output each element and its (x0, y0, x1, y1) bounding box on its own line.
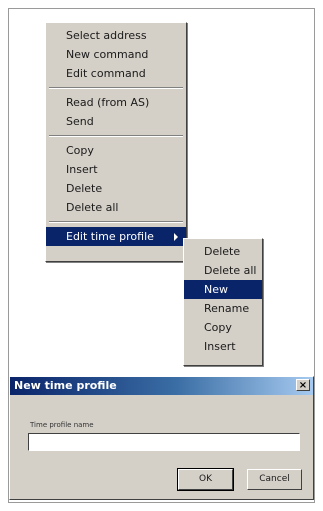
time-profile-name-input[interactable] (28, 433, 300, 451)
menu-separator (49, 221, 183, 223)
submenu-item-delete[interactable]: Delete (184, 242, 262, 261)
close-icon[interactable]: × (296, 379, 310, 391)
submenu-item-copy[interactable]: Copy (184, 318, 262, 337)
menu-item-insert[interactable]: Insert (46, 160, 186, 179)
menu-item-send[interactable]: Send (46, 112, 186, 131)
menu-item-select-address[interactable]: Select address (46, 26, 186, 45)
menu-separator (49, 87, 183, 89)
menu-item-edit-time-profile[interactable]: Edit time profile (46, 227, 186, 246)
submenu-item-delete-all[interactable]: Delete all (184, 261, 262, 280)
time-profile-name-label: Time profile name (30, 421, 94, 429)
menu-separator (49, 135, 183, 137)
menu-item-delete-all[interactable]: Delete all (46, 198, 186, 217)
time-profile-submenu: Delete Delete all New Rename Copy Insert (183, 238, 263, 366)
menu-item-edit-time-profile-label: Edit time profile (66, 230, 154, 243)
dialog-titlebar[interactable]: New time profile × (10, 377, 313, 395)
context-menu: Select address New command Edit command … (45, 22, 187, 262)
submenu-item-new[interactable]: New (184, 280, 262, 299)
submenu-item-rename[interactable]: Rename (184, 299, 262, 318)
submenu-arrow-icon (174, 233, 178, 241)
menu-item-edit-command[interactable]: Edit command (46, 64, 186, 83)
dialog-title: New time profile (14, 379, 117, 392)
cancel-button[interactable]: Cancel (247, 469, 302, 490)
submenu-item-insert[interactable]: Insert (184, 337, 262, 356)
menu-item-delete[interactable]: Delete (46, 179, 186, 198)
menu-item-read-from-as[interactable]: Read (from AS) (46, 93, 186, 112)
menu-item-copy[interactable]: Copy (46, 141, 186, 160)
menu-item-new-command[interactable]: New command (46, 45, 186, 64)
ok-button[interactable]: OK (177, 468, 234, 491)
new-time-profile-dialog: New time profile × Time profile name OK … (9, 376, 314, 500)
